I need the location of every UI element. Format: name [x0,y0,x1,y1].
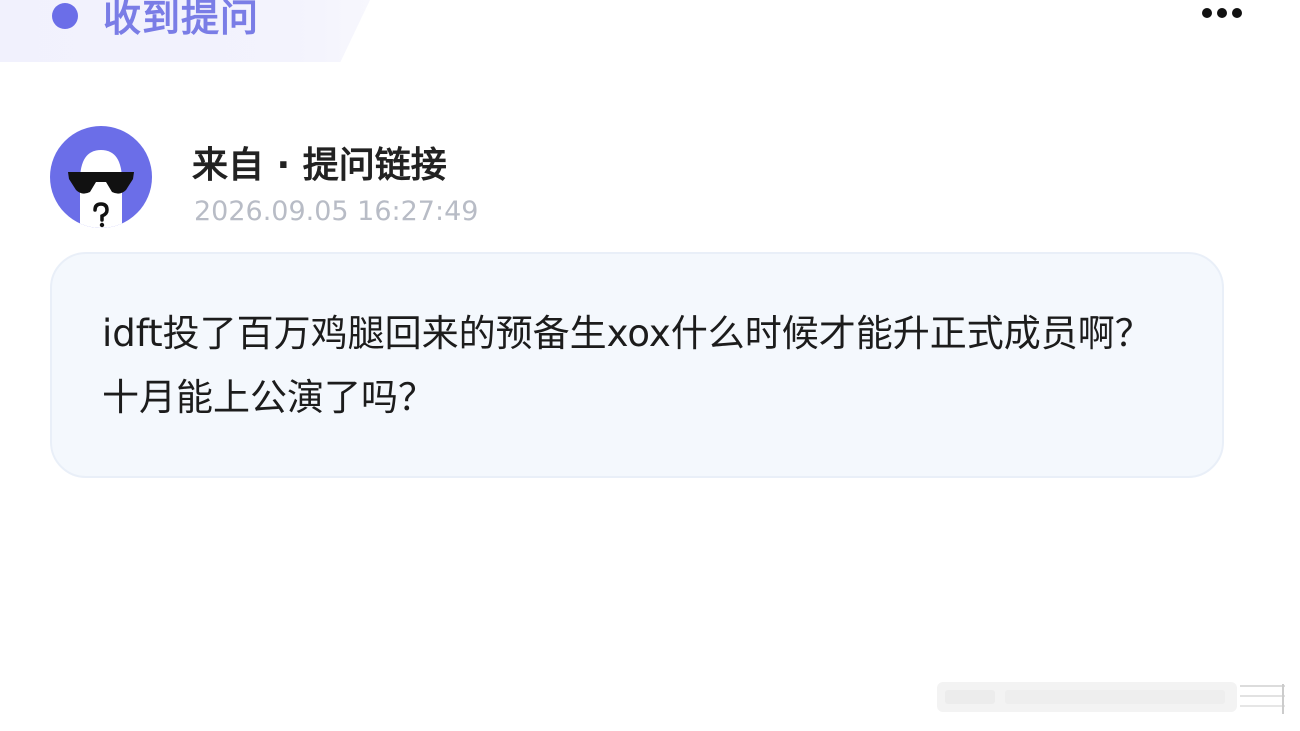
watermark-logo-icon [937,682,1285,714]
more-options-button[interactable] [1196,0,1248,28]
more-dots-icon [1202,8,1212,18]
more-dots-icon [1232,8,1242,18]
more-dots-icon [1217,8,1227,18]
header-dot-icon [52,3,78,29]
page-title: 收到提问 [103,0,260,40]
header-tab: 收到提问 [0,0,370,62]
anonymous-avatar-icon[interactable] [50,126,152,228]
question-text: idft投了百万鸡腿回来的预备生xox什么时候才能升正式成员啊？十月能上公演了吗… [102,312,1152,419]
question-source: 来自 · 提问链接 [192,145,447,186]
question-timestamp: 2026.09.05 16:27:49 [194,196,479,227]
